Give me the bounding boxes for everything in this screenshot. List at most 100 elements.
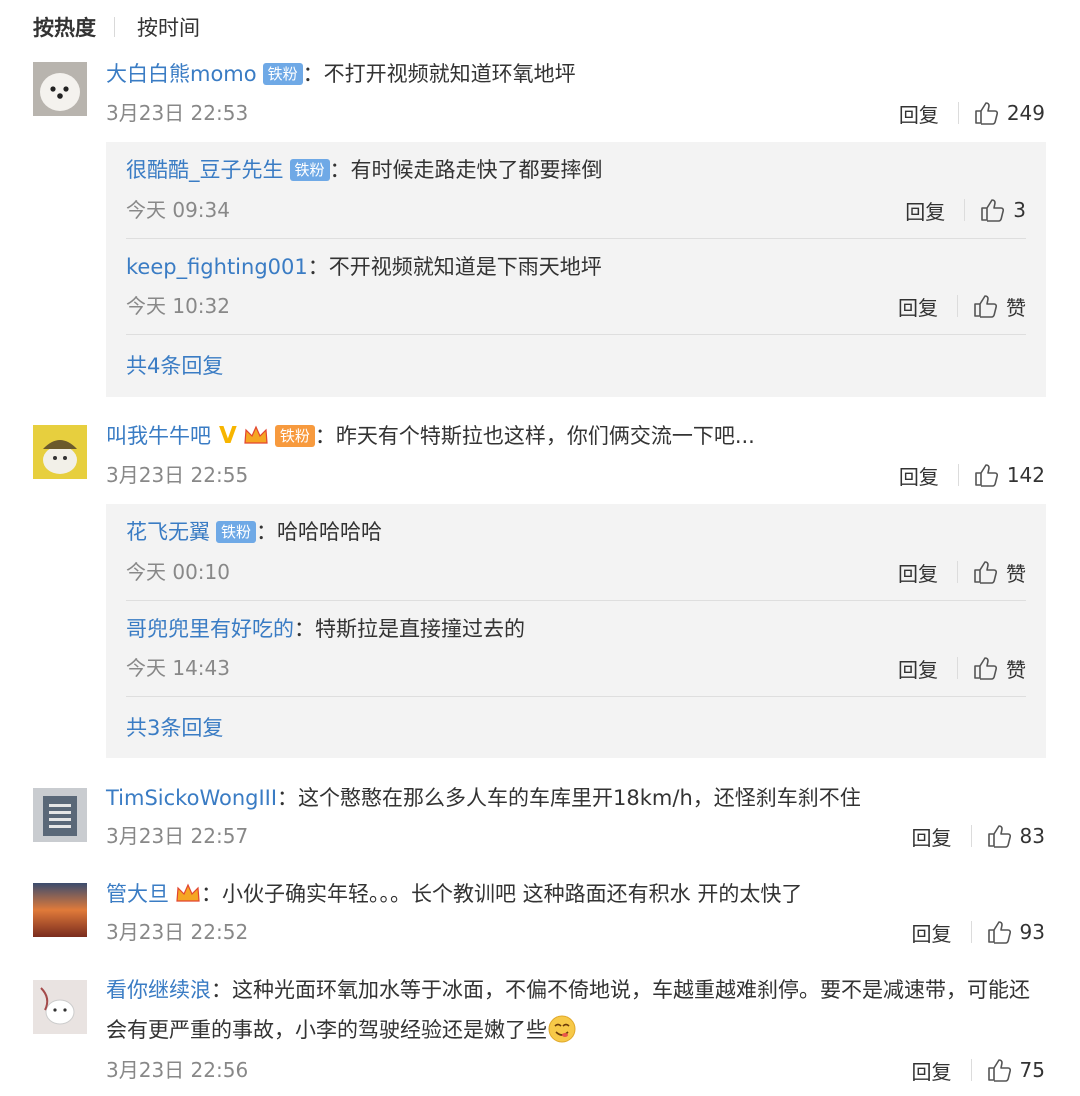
avatar[interactable]	[33, 883, 87, 937]
like-button[interactable]: 3	[979, 197, 1026, 223]
thumbs-up-icon	[973, 462, 999, 488]
colon: ：	[307, 255, 329, 279]
avatar[interactable]	[33, 788, 87, 842]
reply-text: 哈哈哈哈哈	[277, 520, 383, 544]
reply-actions: 回复 赞	[898, 654, 1026, 682]
reply-divider	[126, 238, 1026, 239]
reply-button[interactable]: 回复	[898, 654, 938, 683]
crown-icon	[244, 425, 268, 444]
thumbs-up-icon	[986, 823, 1012, 849]
comment-time: 3月23日 22:56	[106, 1058, 249, 1082]
iron-fan-badge: 铁粉	[289, 159, 330, 181]
verified-v-icon: V	[219, 423, 237, 449]
comment-time: 3月23日 22:57	[106, 824, 249, 848]
like-button[interactable]: 赞	[972, 558, 1026, 587]
reply-time: 今天 10:32	[126, 294, 230, 318]
colon: ：	[329, 158, 351, 182]
comment-time: 3月23日 22:52	[106, 920, 249, 944]
like-count: 3	[1013, 198, 1026, 222]
reply-actions: 回复 3	[905, 196, 1026, 224]
more-replies-link[interactable]: 共4条回复	[126, 350, 223, 380]
thumbs-up-icon	[979, 197, 1005, 223]
avatar[interactable]	[33, 980, 87, 1034]
iron-fan-badge: 铁粉	[262, 63, 303, 85]
colon: ：	[277, 786, 299, 810]
colon: ：	[211, 978, 232, 1002]
reply-actions: 回复 赞	[898, 292, 1026, 320]
reply-button[interactable]: 回复	[898, 558, 938, 587]
more-replies-link[interactable]: 共3条回复	[126, 712, 223, 742]
comment-time: 3月23日 22:53	[106, 101, 249, 125]
action-divider	[970, 825, 972, 847]
colon: ：	[256, 520, 278, 544]
like-button[interactable]: 249	[973, 100, 1045, 126]
like-button[interactable]: 83	[986, 823, 1045, 849]
like-count: 249	[1006, 101, 1045, 125]
comment-actions: 回复 83	[912, 822, 1045, 850]
reply-divider	[126, 600, 1026, 601]
reply-button[interactable]: 回复	[898, 292, 938, 321]
username[interactable]: 看你继续浪	[106, 978, 211, 1002]
action-divider	[957, 102, 959, 124]
avatar[interactable]	[33, 62, 87, 116]
reply-actions: 回复 赞	[898, 558, 1026, 586]
comment-text: 昨天有个特斯拉也这样，你们俩交流一下吧...	[335, 424, 755, 448]
username[interactable]: 哥兜兜里有好吃的	[126, 617, 294, 641]
like-button[interactable]: 93	[986, 919, 1045, 945]
reply-button[interactable]: 回复	[905, 196, 945, 225]
reply-button[interactable]: 回复	[912, 822, 952, 851]
comment-actions: 回复 142	[899, 461, 1045, 489]
like-label: 赞	[1006, 657, 1026, 682]
thumbs-up-icon	[972, 293, 998, 319]
like-button[interactable]: 75	[986, 1057, 1045, 1083]
like-count: 83	[1019, 824, 1045, 848]
like-button[interactable]: 赞	[972, 654, 1026, 683]
like-label: 赞	[1006, 561, 1026, 586]
thumbs-up-icon	[986, 919, 1012, 945]
username[interactable]: 大白白熊momo	[106, 62, 257, 86]
reply-button[interactable]: 回复	[899, 461, 939, 490]
sort-by-hot-tab[interactable]: 按热度	[33, 12, 96, 42]
reply-time: 今天 00:10	[126, 560, 230, 584]
username[interactable]: 叫我牛牛吧	[106, 424, 211, 448]
like-button[interactable]: 142	[973, 462, 1045, 488]
username[interactable]: keep_fighting001	[126, 255, 308, 279]
reply-button[interactable]: 回复	[899, 99, 939, 128]
sort-bar: 按热度 按时间	[33, 12, 200, 42]
reply-button[interactable]: 回复	[912, 1056, 952, 1085]
username[interactable]: 花飞无翼	[126, 520, 210, 544]
thumbs-up-icon	[986, 1057, 1012, 1083]
like-count: 93	[1019, 920, 1045, 944]
colon: ：	[294, 617, 315, 641]
reply-box: 很酷酷_豆子先生 铁粉 ：有时候走路走快了都要摔倒 今天 09:34 回复 3 ke…	[106, 142, 1046, 397]
comment-text: 小伙子确实年轻。。。长个教训吧 这种路面还有积水 开的太快了	[222, 882, 803, 906]
sort-divider	[114, 17, 115, 37]
like-count: 75	[1019, 1058, 1045, 1082]
comment-actions: 回复 249	[899, 99, 1045, 127]
like-count: 142	[1006, 463, 1045, 487]
username[interactable]: TimSickoWongIII	[106, 786, 277, 810]
comment-text: 这个憨憨在那么多人车的车库里开18km/h，还怪刹车刹不住	[298, 786, 861, 810]
action-divider	[970, 921, 972, 943]
action-divider	[957, 464, 959, 486]
sort-by-time-tab[interactable]: 按时间	[137, 12, 200, 42]
thumbs-up-icon	[973, 100, 999, 126]
like-label: 赞	[1006, 295, 1026, 320]
username[interactable]: 管大旦	[106, 882, 169, 906]
reply-divider	[126, 334, 1026, 335]
action-divider	[957, 295, 958, 317]
username[interactable]: 很酷酷_豆子先生	[126, 158, 284, 182]
yummy-face-emoji	[548, 1015, 576, 1043]
comment-actions: 回复 93	[912, 918, 1045, 946]
thumbs-up-icon	[972, 559, 998, 585]
colon: ：	[314, 424, 336, 448]
like-button[interactable]: 赞	[972, 292, 1026, 321]
comment-text: 不打开视频就知道环氧地坪	[323, 62, 576, 86]
reply-time: 今天 09:34	[126, 198, 230, 222]
colon: ：	[201, 882, 222, 906]
avatar[interactable]	[33, 425, 87, 479]
reply-divider	[126, 696, 1026, 697]
reply-text: 特斯拉是直接撞过去的	[315, 617, 525, 641]
reply-box: 花飞无翼 铁粉 ：哈哈哈哈哈 今天 00:10 回复 赞 哥兜兜里有好吃的：特斯拉是…	[106, 504, 1046, 758]
reply-button[interactable]: 回复	[912, 918, 952, 947]
